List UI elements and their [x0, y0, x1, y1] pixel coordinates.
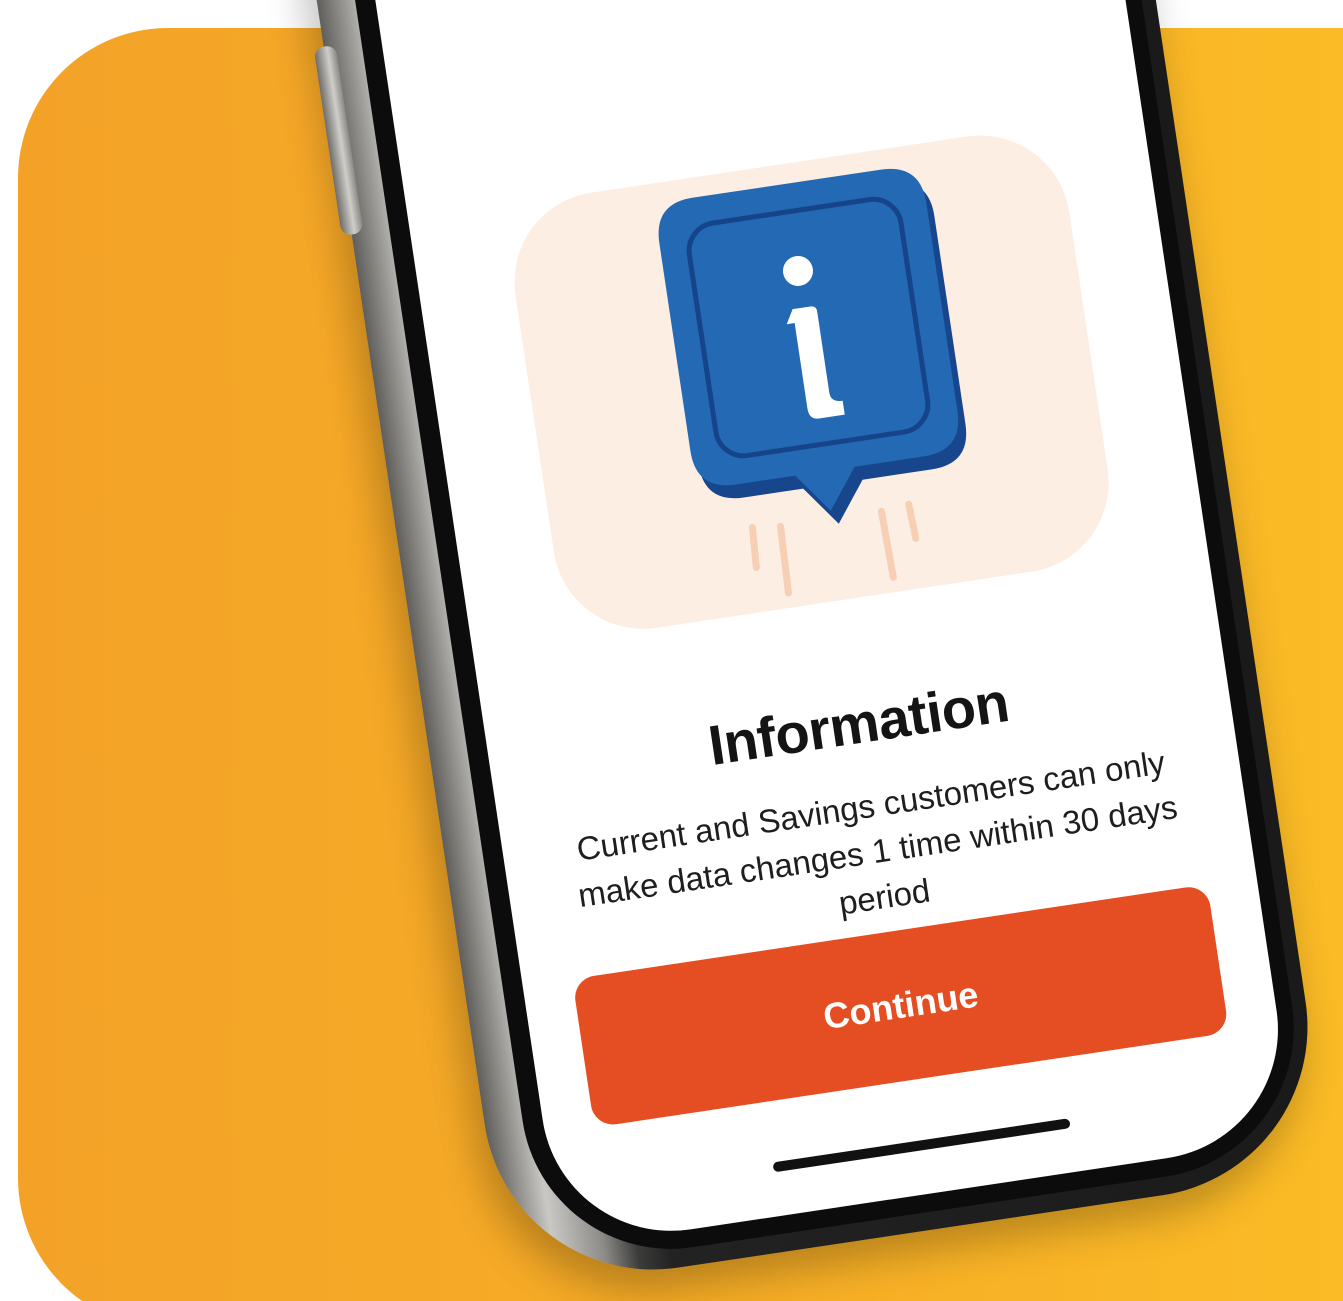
info-illustration	[499, 103, 1122, 651]
home-indicator[interactable]	[772, 1118, 1071, 1173]
info-speech-bubble-icon	[658, 168, 967, 597]
marketing-canvas: Information Current and Savings customer…	[0, 0, 1343, 1301]
